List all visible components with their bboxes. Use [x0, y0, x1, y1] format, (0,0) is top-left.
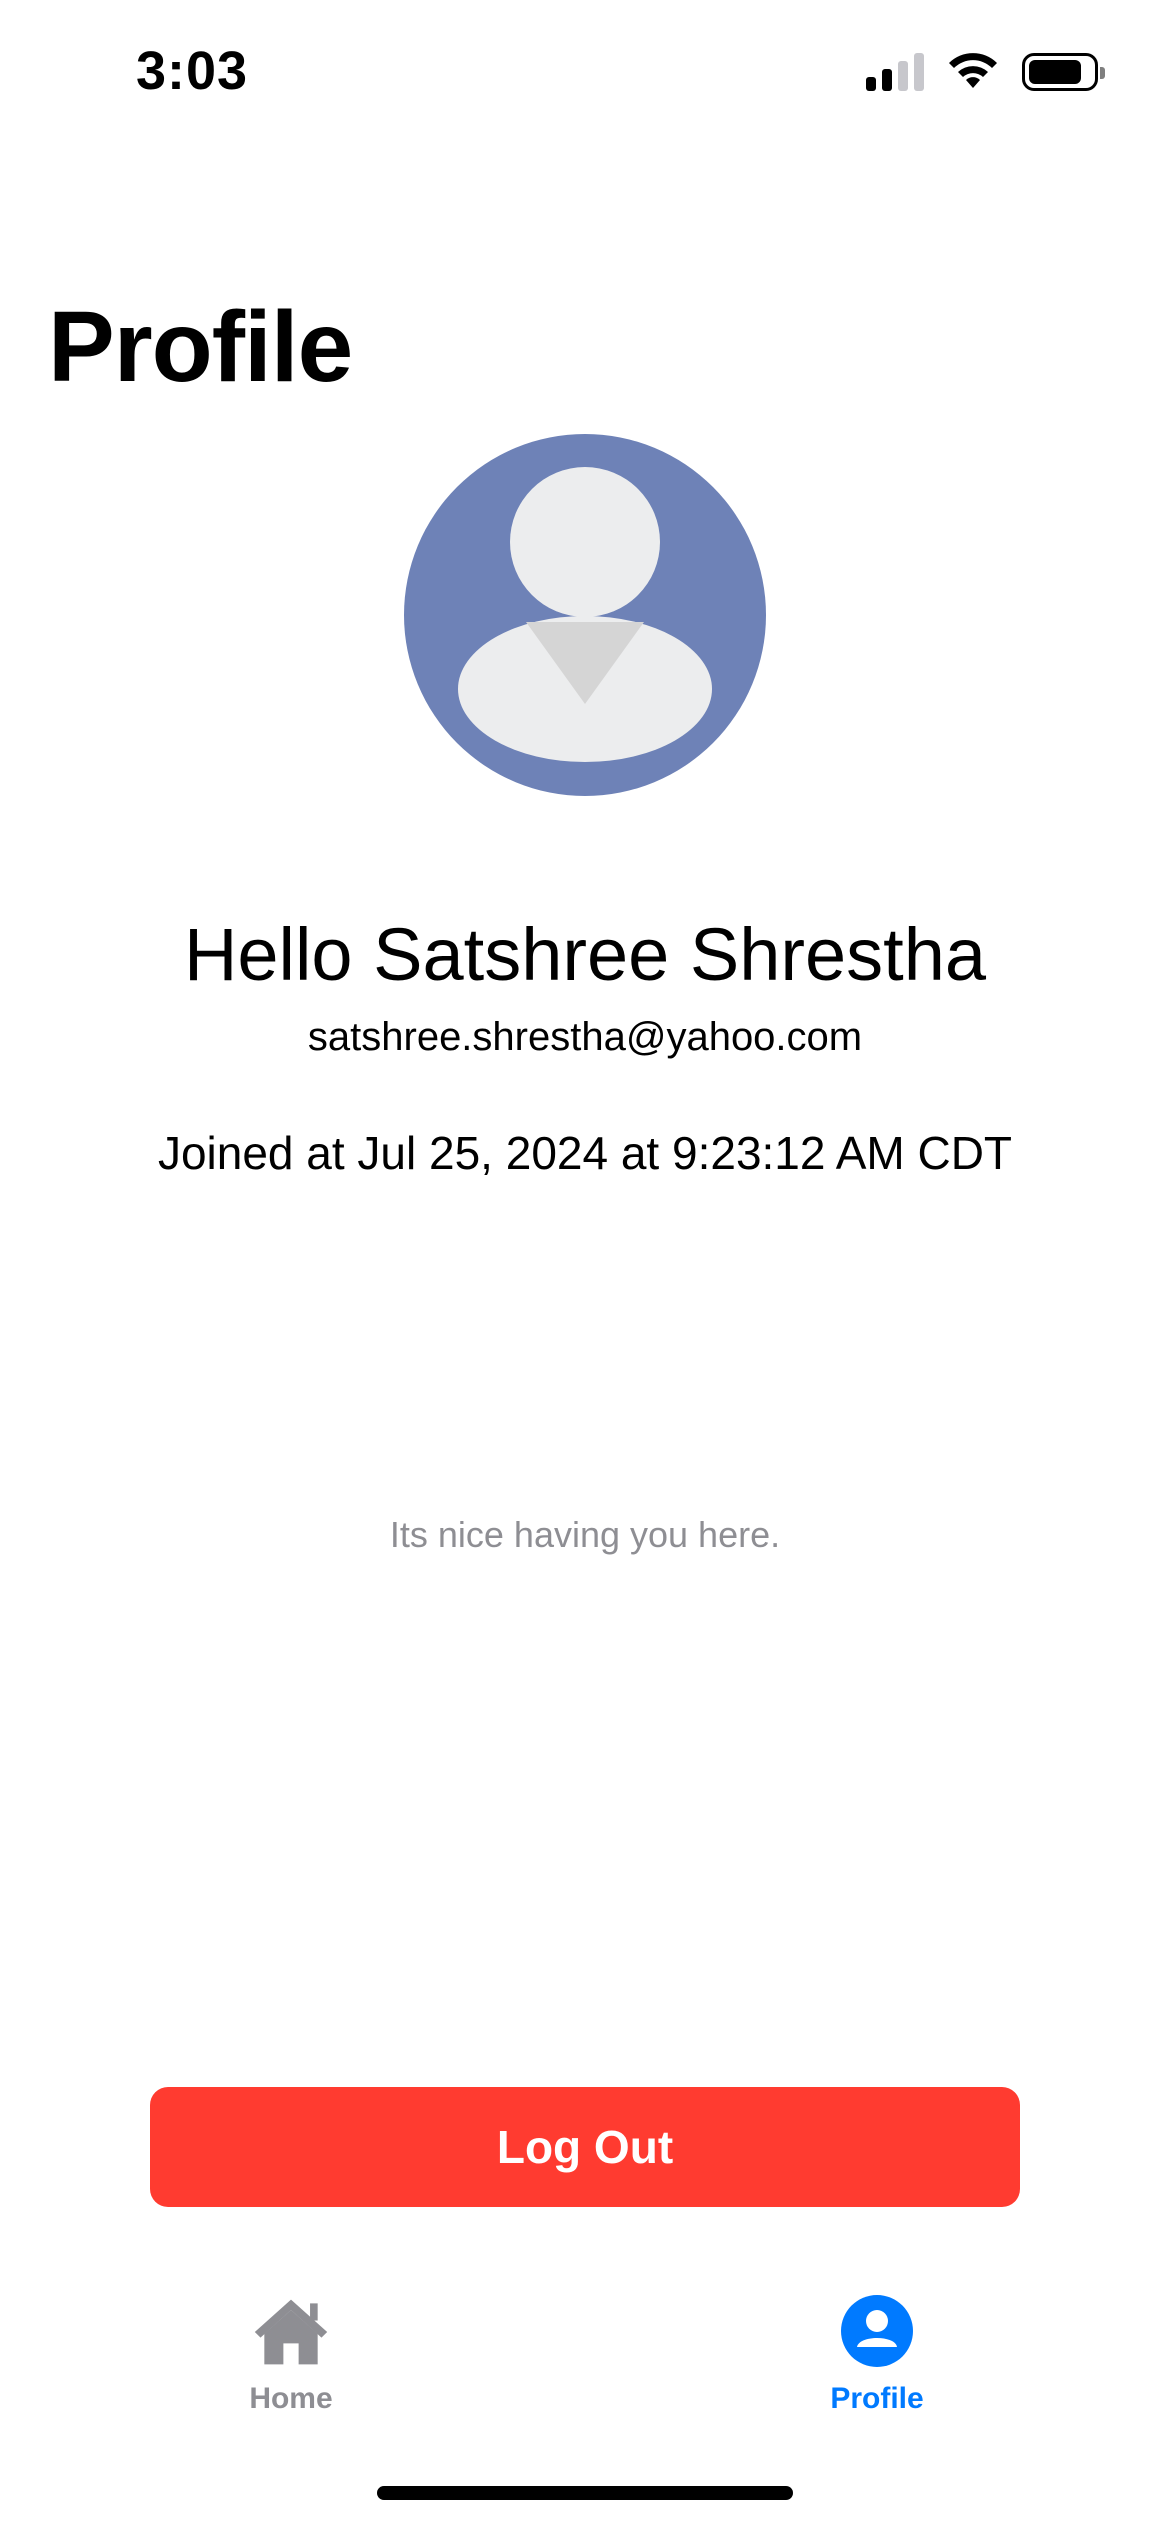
cellular-signal-icon [866, 53, 924, 91]
profile-screen: 3:03 Profile Hello Satshree Shrestha sat… [0, 0, 1170, 2532]
wifi-icon [949, 53, 997, 88]
tab-home[interactable]: Home [141, 2294, 441, 2416]
joined-date-text: Joined at Jul 25, 2024 at 9:23:12 AM CDT [157, 1127, 1013, 1179]
greeting-text: Hello Satshree Shrestha [183, 913, 987, 996]
tab-label: Profile [830, 2382, 924, 2415]
status-time: 3:03 [136, 41, 249, 101]
welcome-message: Its nice having you here. [389, 1514, 781, 1555]
home-indicator[interactable] [377, 2486, 793, 2500]
person-circle-icon [837, 2294, 917, 2368]
logout-button[interactable]: Log Out [150, 2087, 1020, 2207]
page-title: Profile [48, 291, 353, 403]
status-icons [866, 52, 1105, 92]
status-bar: 3:03 [0, 0, 1170, 150]
email-text: satshree.shrestha@yahoo.com [307, 1015, 863, 1059]
tab-label: Home [249, 2382, 333, 2415]
tab-bar: Home Profile [0, 2280, 1170, 2460]
house-icon [251, 2294, 331, 2368]
tab-profile[interactable]: Profile [727, 2294, 1027, 2416]
battery-icon [1022, 53, 1105, 91]
person-avatar-icon [404, 434, 766, 796]
